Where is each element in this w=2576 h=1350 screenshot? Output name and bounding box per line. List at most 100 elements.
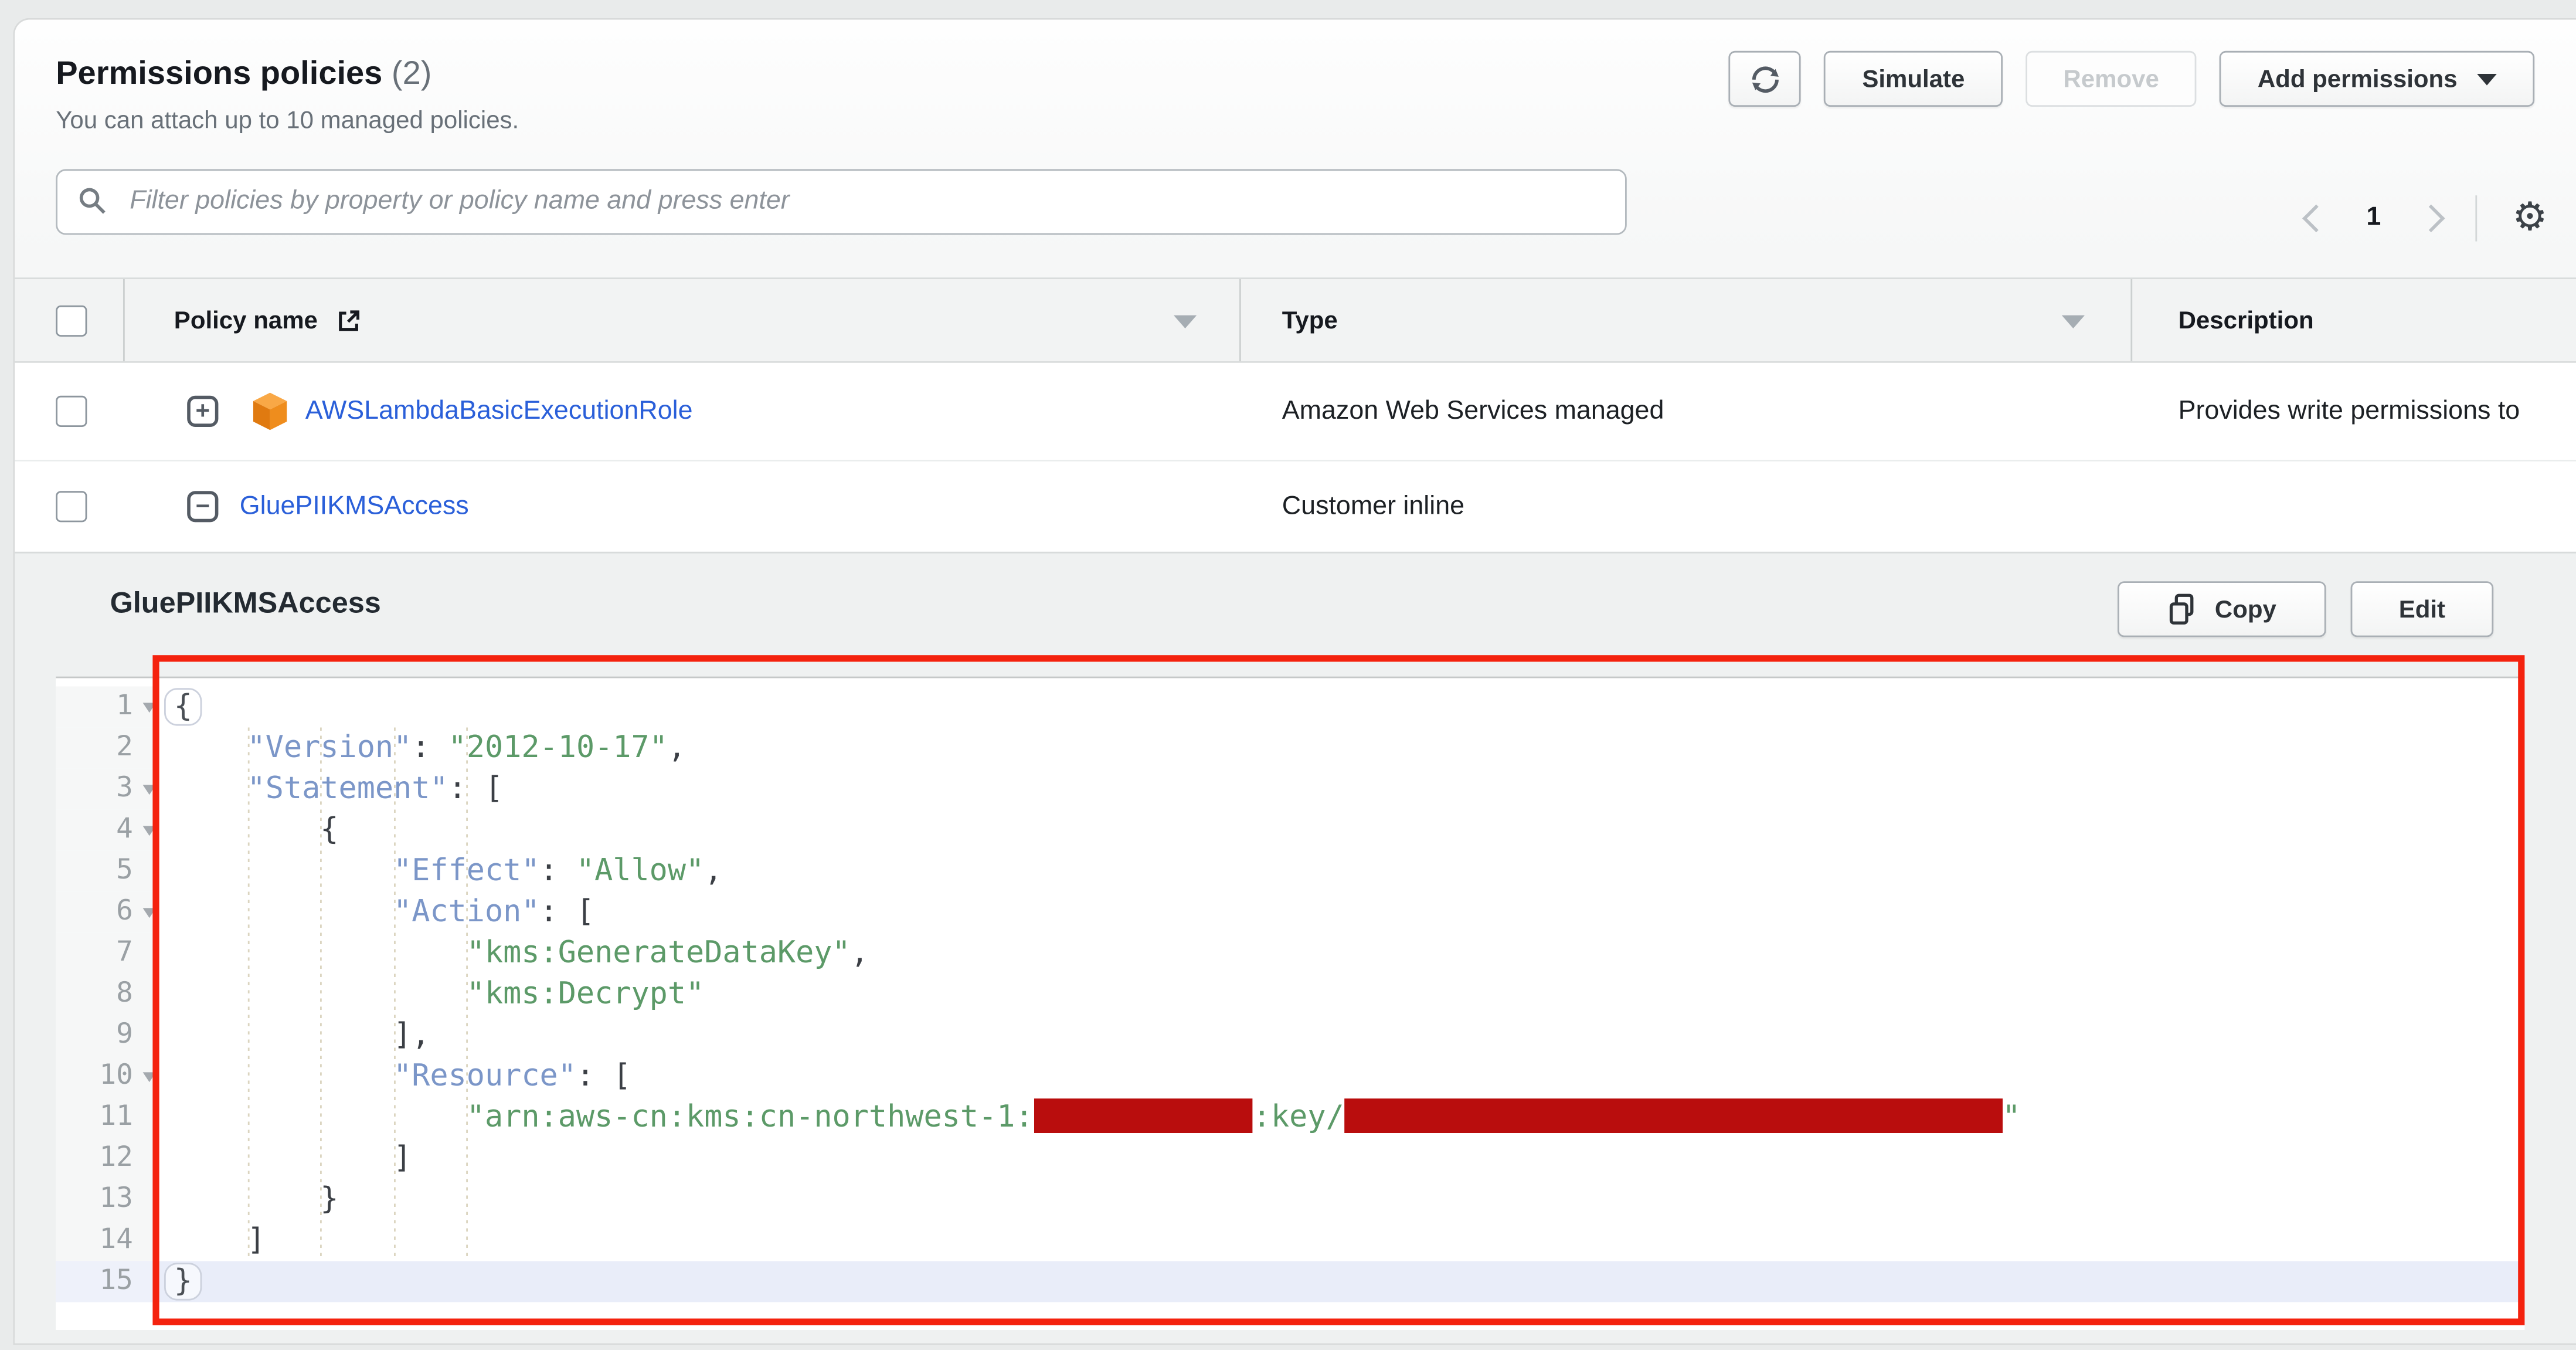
code-token: " bbox=[2002, 1100, 2020, 1135]
code-token: "Action" bbox=[393, 895, 540, 930]
previous-page-button chevron-left-icon[interactable] bbox=[2302, 205, 2330, 233]
page-title-wrap: Permissions policies (2) bbox=[56, 56, 431, 93]
external-link-icon bbox=[334, 306, 362, 334]
line-number: 5 bbox=[56, 850, 159, 891]
code-token bbox=[174, 1059, 393, 1094]
code-line-14[interactable]: 14 ] bbox=[56, 1220, 2524, 1261]
code-token: "2012-10-17" bbox=[448, 731, 668, 765]
row-checkbox[interactable] bbox=[56, 491, 87, 522]
code-line-7[interactable]: 7 "kms:GenerateDataKey", bbox=[56, 932, 2524, 974]
code-line-15[interactable]: 15} bbox=[56, 1261, 2524, 1302]
code-token bbox=[174, 772, 247, 806]
copy-icon bbox=[2167, 592, 2198, 626]
code-line-4[interactable]: 4 { bbox=[56, 809, 2524, 850]
type-value: Customer inline bbox=[1282, 492, 1464, 521]
code-token: : bbox=[412, 731, 448, 765]
code-token: "Version" bbox=[247, 731, 412, 765]
line-number: 10 bbox=[56, 1056, 159, 1097]
code-token: "Effect" bbox=[393, 854, 540, 888]
copy-button[interactable]: Copy bbox=[2118, 581, 2326, 637]
pagination: 1 ⚙ bbox=[2306, 182, 2548, 255]
remove-button[interactable]: Remove bbox=[2026, 51, 2197, 107]
aws-managed-cube-icon bbox=[251, 391, 288, 432]
row-select-cell bbox=[15, 462, 125, 552]
code-token: ] bbox=[174, 1141, 412, 1176]
panel-header: Permissions policies (2) You can attach … bbox=[15, 20, 2576, 278]
type-value: Amazon Web Services managed bbox=[1282, 396, 1664, 426]
code-line-10[interactable]: 10 "Resource": [ bbox=[56, 1056, 2524, 1097]
code-token bbox=[174, 936, 467, 971]
column-type[interactable]: Type bbox=[1241, 279, 2132, 361]
current-page: 1 bbox=[2357, 203, 2391, 233]
page-subtitle: You can attach up to 10 managed policies… bbox=[56, 107, 519, 135]
code-token: "Allow" bbox=[576, 854, 704, 888]
policy-json-editor[interactable]: 1{2 "Version": "2012-10-17",3 "Statement… bbox=[56, 677, 2524, 1330]
policy-link[interactable]: GluePIIKMSAccess bbox=[240, 492, 469, 521]
code-line-1[interactable]: 1{ bbox=[56, 686, 2524, 727]
code-token: "Resource" bbox=[393, 1059, 576, 1094]
next-page-button chevron-right-icon[interactable] bbox=[2418, 205, 2446, 233]
code-token: ], bbox=[174, 1018, 430, 1053]
add-permissions-label: Add permissions bbox=[2258, 65, 2458, 93]
filter-policies-input[interactable] bbox=[56, 169, 1627, 235]
code-token: , bbox=[668, 731, 686, 765]
edit-button[interactable]: Edit bbox=[2351, 581, 2494, 637]
code-lines: 1{2 "Version": "2012-10-17",3 "Statement… bbox=[56, 686, 2524, 1302]
column-type-label: Type bbox=[1282, 306, 1338, 334]
column-policy-name-label: Policy name bbox=[174, 306, 318, 334]
code-token: } bbox=[174, 1182, 339, 1217]
code-line-2[interactable]: 2 "Version": "2012-10-17", bbox=[56, 727, 2524, 768]
code-token: "kms:Decrypt" bbox=[467, 977, 704, 1012]
collapse-toggle minus-icon[interactable]: − bbox=[187, 491, 218, 522]
code-token: "kms:GenerateDataKey" bbox=[467, 936, 851, 971]
fold-caret-icon[interactable] bbox=[143, 785, 156, 795]
code-token bbox=[174, 895, 393, 930]
settings-button gear-icon[interactable]: ⚙ bbox=[2512, 199, 2547, 238]
type-cell: Amazon Web Services managed bbox=[1241, 363, 2132, 460]
select-all-checkbox[interactable] bbox=[56, 304, 87, 335]
code-token: , bbox=[704, 854, 722, 888]
description-cell bbox=[2132, 462, 2576, 552]
page-background: Permissions policies (2) You can attach … bbox=[0, 0, 2576, 1350]
line-number: 8 bbox=[56, 974, 159, 1015]
line-number: 2 bbox=[56, 727, 159, 768]
code-line-3[interactable]: 3 "Statement": [ bbox=[56, 768, 2524, 809]
filter-policies-search bbox=[56, 169, 1627, 235]
fold-caret-icon[interactable] bbox=[143, 908, 156, 918]
line-number: 3 bbox=[56, 768, 159, 809]
column-policy-name[interactable]: Policy name bbox=[125, 279, 1241, 361]
policy-detail-heading: GluePIIKMSAccess bbox=[110, 586, 381, 621]
column-description: Description bbox=[2132, 279, 2576, 361]
policy-link[interactable]: AWSLambdaBasicExecutionRole bbox=[305, 396, 693, 426]
simulate-button[interactable]: Simulate bbox=[1824, 51, 2003, 107]
code-line-13[interactable]: 13 } bbox=[56, 1179, 2524, 1220]
select-all-cell bbox=[15, 279, 125, 361]
code-token: { bbox=[174, 813, 339, 847]
refresh-button[interactable] bbox=[1729, 51, 1802, 107]
fold-caret-icon[interactable] bbox=[143, 703, 156, 713]
code-line-11[interactable]: 11 "arn:aws-cn:kms:cn-northwest-1::key/" bbox=[56, 1097, 2524, 1138]
sort-descending-icon[interactable] bbox=[2062, 316, 2085, 328]
fold-caret-icon[interactable] bbox=[143, 1072, 156, 1082]
code-line-9[interactable]: 9 ], bbox=[56, 1015, 2524, 1056]
policy-name-cell: + AWSLambdaBasicExecutionRole bbox=[125, 363, 1241, 460]
policy-detail-panel: GluePIIKMSAccess Copy Edit bbox=[15, 552, 2576, 1345]
row-checkbox[interactable] bbox=[56, 396, 87, 427]
code-line-5[interactable]: 5 "Effect": "Allow", bbox=[56, 850, 2524, 891]
code-line-12[interactable]: 12 ] bbox=[56, 1138, 2524, 1179]
pagination-divider bbox=[2476, 195, 2478, 241]
fold-caret-icon[interactable] bbox=[143, 826, 156, 836]
code-line-6[interactable]: 6 "Action": [ bbox=[56, 891, 2524, 932]
code-line-8[interactable]: 8 "kms:Decrypt" bbox=[56, 974, 2524, 1015]
add-permissions-button[interactable]: Add permissions bbox=[2220, 51, 2534, 107]
code-token: : [ bbox=[576, 1059, 631, 1094]
type-cell: Customer inline bbox=[1241, 462, 2132, 552]
permissions-policies-panel: Permissions policies (2) You can attach … bbox=[13, 18, 2576, 1345]
expand-toggle plus-icon[interactable]: + bbox=[187, 396, 218, 427]
code-token: , bbox=[851, 936, 869, 971]
code-token: "Statement" bbox=[247, 772, 448, 806]
code-token bbox=[174, 977, 467, 1012]
sort-descending-icon[interactable] bbox=[1174, 316, 1197, 328]
code-token: } bbox=[164, 1263, 202, 1300]
line-number: 7 bbox=[56, 932, 159, 974]
